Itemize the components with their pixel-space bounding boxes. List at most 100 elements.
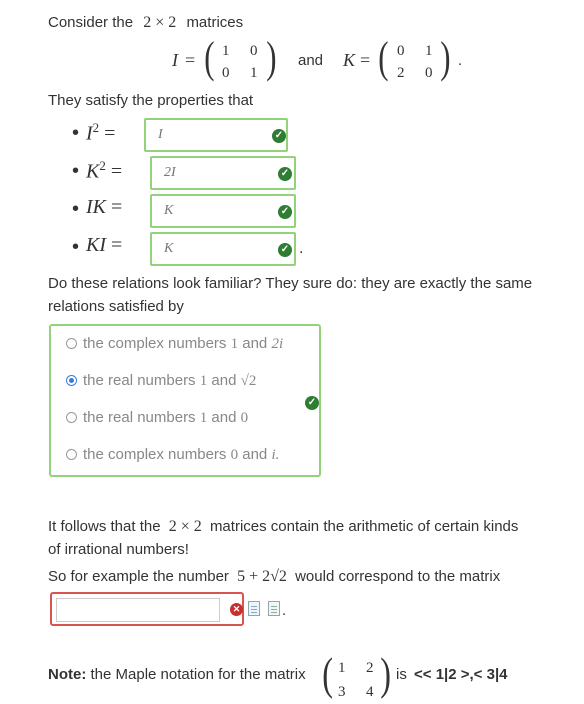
choice-value-b: i. [271, 447, 280, 463]
choice-label: the complex numbers [83, 446, 227, 463]
note-label: Note: [48, 666, 87, 683]
choice-option-real-1-sqrt2[interactable]: the real numbers 1 and √2 [66, 371, 256, 391]
choice-option-real-1-0[interactable]: the real numbers 1 and 0 [66, 408, 248, 428]
choice-value-a: 0 [230, 447, 239, 463]
note-is: is [396, 666, 407, 683]
preview-icon[interactable] [248, 601, 260, 616]
followup-text: would correspond to the matrix [295, 568, 501, 585]
property-lhs: IK = [86, 196, 122, 219]
document-icon[interactable] [268, 601, 280, 616]
correct-check-icon: ✓ [272, 129, 286, 143]
equals-sign: = [110, 160, 123, 183]
property-lhs: I2 = [86, 120, 115, 146]
answer-value: I [158, 127, 163, 142]
choice-value-b: 2i [271, 336, 284, 352]
radio-button[interactable] [66, 449, 77, 460]
matrix-K-label: K [343, 50, 356, 70]
and-text: and [298, 52, 324, 69]
maple-notation: << 1|2 >,< 3|4 [414, 666, 508, 683]
choice-and: and [242, 446, 268, 463]
choice-option-complex-1-2i[interactable]: the complex numbers 1 and 2i [66, 334, 283, 354]
bullet: • [72, 160, 80, 182]
number-expression: 5 + 2√2 [237, 568, 287, 585]
question-line-1: Do these relations look familiar? They s… [48, 275, 533, 292]
equals-sign: = [111, 234, 123, 256]
equals-sign: = [360, 50, 371, 70]
choice-and: and [242, 335, 268, 352]
answer-period: . [282, 602, 287, 619]
correct-check-icon: ✓ [278, 243, 292, 257]
matrix-I-label: I [172, 50, 178, 70]
followup-text: matrices contain the arithmetic of certa… [209, 518, 519, 535]
choice-label: the complex numbers [83, 335, 227, 352]
left-paren-I: ( [204, 33, 215, 82]
answer-value: 2I [164, 165, 176, 180]
matrix-K-cell: 1 [425, 43, 433, 59]
choice-option-complex-0-i[interactable]: the complex numbers 0 and i. [66, 445, 279, 465]
note-maple: is << 1|2 >,< 3|4 [396, 666, 508, 683]
intro-suffix: matrices [186, 14, 244, 31]
choice-value-a: 1 [230, 336, 239, 352]
matrix-K-cell: 0 [397, 43, 405, 59]
equals-sign: = [111, 196, 123, 218]
note-matrix-cell: 3 [338, 684, 346, 700]
size-expression: 2 × 2 [168, 518, 202, 535]
matrix-K-cell: 0 [425, 65, 433, 81]
choice-and: and [211, 409, 237, 426]
correct-check-icon: ✓ [278, 205, 292, 219]
note-matrix-cell: 4 [366, 684, 374, 700]
equals-sign: = [185, 50, 196, 70]
followup-text: It follows that the [48, 518, 161, 535]
choice-and: and [211, 372, 237, 389]
right-paren-K: ) [440, 33, 451, 82]
bullet: • [72, 122, 80, 144]
lhs-exponent: 2 [99, 158, 106, 173]
intro-text: Consider the [48, 14, 134, 31]
answer-value: K [164, 241, 174, 256]
question-line-2: relations satisfied by [48, 298, 184, 315]
choice-value-a: 1 [199, 373, 208, 389]
properties-period: . [299, 240, 304, 257]
lhs-var: IK [86, 196, 106, 218]
radio-button[interactable] [66, 412, 77, 423]
answer-input[interactable] [56, 598, 220, 622]
note-line: Note: the Maple notation for the matrix [48, 666, 306, 683]
answer-value: K [164, 203, 174, 218]
choice-value-b: 0 [240, 410, 249, 426]
property-lhs: K2 = [86, 158, 122, 184]
radio-button-selected[interactable] [66, 375, 77, 386]
matrix-period: . [458, 52, 463, 69]
lhs-exponent: 2 [92, 120, 100, 135]
properties-intro: They satisfy the properties that [48, 92, 254, 109]
left-paren-note: ( [322, 648, 334, 699]
lhs-var: K [86, 160, 100, 183]
answer-field-IK[interactable]: K ✓ [150, 194, 296, 228]
choice-value-b: √2 [240, 373, 257, 389]
followup-line-2: of irrational numbers! [48, 541, 189, 558]
lhs-var: I [86, 122, 93, 145]
bullet: • [72, 198, 80, 220]
intro-line: Consider the 2 × 2 matrices [48, 12, 243, 34]
right-paren-note: ) [380, 648, 392, 699]
radio-button[interactable] [66, 338, 77, 349]
matrix-definitions: I = ( 1 0 0 1 ) and K = ( 0 1 2 0 ) . [172, 33, 472, 86]
answer-field-KI[interactable]: K ✓ [150, 232, 296, 266]
followup-text: So for example the number [48, 568, 229, 585]
matrix-I-cell: 1 [250, 65, 258, 81]
answer-field-K-squared[interactable]: 2I ✓ [150, 156, 296, 190]
size-expression: 2 × 2 [143, 14, 177, 31]
matrix-K-cell: 2 [397, 65, 405, 81]
note-text: the Maple notation for the matrix [90, 666, 306, 683]
matrix-I-cell: 0 [222, 65, 230, 81]
answer-field-I-squared[interactable]: I ✓ [144, 118, 288, 152]
correct-check-icon: ✓ [305, 396, 319, 410]
correct-check-icon: ✓ [278, 167, 292, 181]
answer-field-matrix[interactable]: ✕ [50, 592, 244, 626]
matrix-I-cell: 1 [222, 43, 230, 59]
right-paren-I: ) [266, 33, 277, 82]
left-paren-K: ( [378, 33, 389, 82]
equals-sign: = [104, 122, 116, 145]
lhs-var: KI [86, 234, 106, 256]
note-matrix-cell: 2 [366, 660, 374, 676]
bullet: • [72, 236, 80, 258]
